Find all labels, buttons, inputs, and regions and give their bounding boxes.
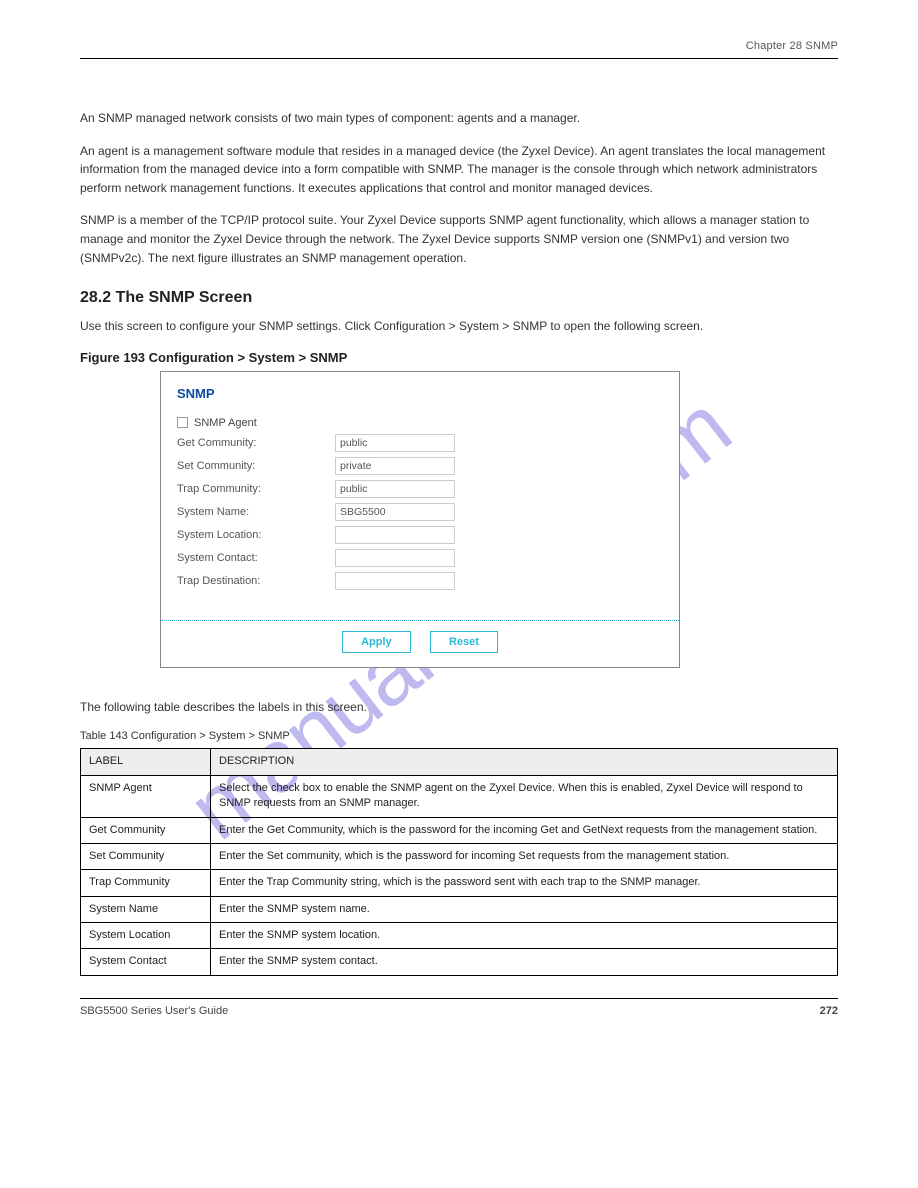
row-label: Trap Community	[81, 870, 211, 896]
table-row: Set Community Enter the Set community, w…	[81, 843, 838, 869]
row-desc: Enter the SNMP system location.	[211, 923, 838, 949]
section-title: 28.2 The SNMP Screen	[80, 289, 838, 307]
row-desc: Enter the Set community, which is the pa…	[211, 843, 838, 869]
intro-paragraph-3: SNMP is a member of the TCP/IP protocol …	[80, 211, 838, 267]
panel-divider	[161, 620, 679, 621]
row-desc: Enter the Get Community, which is the pa…	[211, 817, 838, 843]
table-row: System Name Enter the SNMP system name.	[81, 896, 838, 922]
chapter-header: Chapter 28 SNMP	[80, 40, 838, 52]
row-label: System Location	[81, 923, 211, 949]
table-row: System Contact Enter the SNMP system con…	[81, 949, 838, 975]
table-header-row: LABEL DESCRIPTION	[81, 749, 838, 775]
trap-community-label: Trap Community:	[177, 483, 335, 495]
intro-paragraph-1: An SNMP managed network consists of two …	[80, 109, 838, 128]
table-head-description: DESCRIPTION	[211, 749, 838, 775]
snmp-settings-panel: SNMP SNMP Agent Get Community: Set Commu…	[160, 371, 680, 668]
row-label: System Name	[81, 896, 211, 922]
set-community-row: Set Community:	[177, 457, 663, 475]
set-community-input[interactable]	[335, 457, 455, 475]
page-content: Chapter 28 SNMP An SNMP managed network …	[0, 0, 918, 1047]
get-community-input[interactable]	[335, 434, 455, 452]
intro-paragraph-2: An agent is a management software module…	[80, 142, 838, 198]
table-row: System Location Enter the SNMP system lo…	[81, 923, 838, 949]
table-row: SNMP Agent Select the check box to enabl…	[81, 775, 838, 817]
system-contact-row: System Contact:	[177, 549, 663, 567]
trap-community-input[interactable]	[335, 480, 455, 498]
table-title: Table 143 Configuration > System > SNMP	[80, 730, 838, 742]
section-lead-text: Use this screen to configure your SNMP s…	[80, 317, 838, 336]
table-head-label: LABEL	[81, 749, 211, 775]
snmp-agent-row: SNMP Agent	[177, 417, 663, 429]
snmp-agent-checkbox[interactable]	[177, 417, 188, 428]
row-label: System Contact	[81, 949, 211, 975]
trap-destination-row: Trap Destination:	[177, 572, 663, 590]
trap-destination-label: Trap Destination:	[177, 575, 335, 587]
reset-button[interactable]: Reset	[430, 631, 498, 653]
top-horizontal-rule	[80, 58, 838, 59]
get-community-row: Get Community:	[177, 434, 663, 452]
table-lead-text: The following table describes the labels…	[80, 698, 838, 717]
system-location-input[interactable]	[335, 526, 455, 544]
row-desc: Select the check box to enable the SNMP …	[211, 775, 838, 817]
row-desc: Enter the Trap Community string, which i…	[211, 870, 838, 896]
apply-button[interactable]: Apply	[342, 631, 411, 653]
system-name-row: System Name:	[177, 503, 663, 521]
system-location-label: System Location:	[177, 529, 335, 541]
panel-button-bar: Apply Reset	[177, 631, 663, 667]
row-label: Get Community	[81, 817, 211, 843]
system-contact-label: System Contact:	[177, 552, 335, 564]
system-name-input[interactable]	[335, 503, 455, 521]
page-footer: SBG5500 Series User's Guide 272	[80, 998, 838, 1017]
figure-caption: Figure 193 Configuration > System > SNMP	[80, 350, 838, 365]
system-contact-input[interactable]	[335, 549, 455, 567]
panel-title: SNMP	[177, 386, 663, 401]
trap-community-row: Trap Community:	[177, 480, 663, 498]
row-desc: Enter the SNMP system name.	[211, 896, 838, 922]
system-location-row: System Location:	[177, 526, 663, 544]
row-label: SNMP Agent	[81, 775, 211, 817]
description-table: LABEL DESCRIPTION SNMP Agent Select the …	[80, 748, 838, 976]
row-desc: Enter the SNMP system contact.	[211, 949, 838, 975]
get-community-label: Get Community:	[177, 437, 335, 449]
footer-page-number: 272	[820, 1005, 838, 1017]
table-row: Get Community Enter the Get Community, w…	[81, 817, 838, 843]
trap-destination-input[interactable]	[335, 572, 455, 590]
system-name-label: System Name:	[177, 506, 335, 518]
table-row: Trap Community Enter the Trap Community …	[81, 870, 838, 896]
set-community-label: Set Community:	[177, 460, 335, 472]
footer-left: SBG5500 Series User's Guide	[80, 1005, 228, 1017]
snmp-agent-label: SNMP Agent	[194, 417, 257, 429]
row-label: Set Community	[81, 843, 211, 869]
